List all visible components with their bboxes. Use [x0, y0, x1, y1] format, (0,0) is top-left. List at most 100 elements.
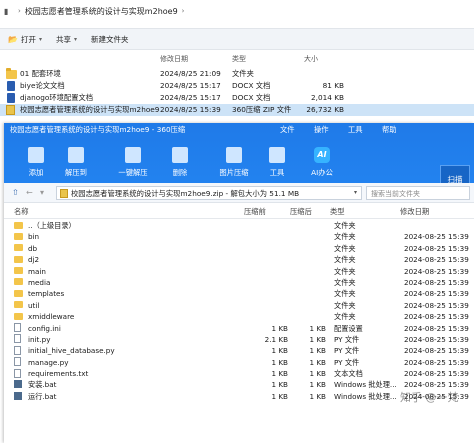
file-size: 81 KB — [322, 81, 344, 90]
row-name: initial_hive_database.py — [28, 346, 115, 356]
row-type: PY 文件 — [334, 346, 360, 356]
folder-icon — [14, 289, 23, 297]
share-button[interactable]: 共享 ▾ — [56, 34, 77, 45]
folder-icon — [14, 244, 23, 252]
table-row[interactable]: templates 文件夹 2024-08-25 15:39 — [4, 288, 474, 299]
column-name[interactable]: 名称 — [14, 207, 29, 217]
ai-office-button[interactable]: AI AI办公 — [302, 143, 342, 178]
chevron-right-icon: › — [181, 7, 185, 15]
add-button[interactable]: 添加 — [16, 143, 56, 178]
table-row[interactable]: initial_hive_database.py 1 KB 1 KB PY 文件 202… — [4, 345, 474, 356]
file-date: 2024/8/25 15:39 — [160, 105, 221, 114]
one-click-extract-button[interactable]: 一键解压 — [113, 143, 153, 178]
delete-button[interactable]: 删除 — [160, 143, 200, 178]
watermark: 知乎 @一梵 — [400, 391, 459, 404]
table-row[interactable]: media 文件夹 2024-08-25 15:39 — [4, 277, 474, 288]
menu-operate[interactable]: 操作 — [314, 125, 329, 135]
zip-file-list: ..（上级目录） 文件夹 bin 文件夹 2024-08-25 15:39 db 文件夹 20… — [4, 220, 474, 402]
row-after: 1 KB — [309, 380, 326, 390]
tools-label: 工具 — [269, 168, 285, 177]
list-item[interactable]: 01 配套环境 2024/8/25 21:09 文件夹 — [0, 67, 474, 80]
row-type: 配置设置 — [334, 323, 363, 333]
delete-icon — [172, 147, 188, 163]
column-compressed[interactable]: 压缩前 — [244, 207, 266, 217]
folder-icon — [14, 232, 23, 240]
column-type[interactable]: 类型 — [330, 207, 345, 217]
up-arrow-icon[interactable]: ⇧ — [12, 188, 19, 197]
file-date: 2024/8/25 21:09 — [160, 69, 221, 78]
zip-icon — [60, 189, 68, 198]
table-row[interactable]: init.py 2.1 KB 1 KB PY 文件 2024-08-25 15:39 — [4, 334, 474, 345]
add-label: 添加 — [28, 168, 44, 177]
list-item[interactable]: djanogo环境配置文档 2024/8/25 15:17 DOCX 文档 2,… — [0, 92, 474, 104]
chevron-down-icon[interactable]: ▾ — [354, 189, 357, 196]
bat-icon — [14, 391, 22, 400]
row-type: 文件夹 — [334, 277, 356, 287]
table-row[interactable]: ..（上级目录） 文件夹 — [4, 220, 474, 231]
column-after[interactable]: 压缩后 — [290, 207, 312, 217]
row-name: main — [28, 266, 46, 276]
row-after: 1 KB — [309, 357, 326, 367]
folder-icon — [14, 255, 23, 263]
file-name: djanogo环境配置文档 — [20, 93, 94, 102]
row-name: 安装.bat — [28, 380, 57, 390]
row-date: 2024-08-25 15:39 — [404, 346, 469, 356]
row-date: 2024-08-25 15:39 — [404, 369, 469, 379]
breadcrumb[interactable]: 校园志愿者管理系统的设计与实现m2hoe9 — [25, 6, 178, 17]
table-row[interactable]: bin 文件夹 2024-08-25 15:39 — [4, 231, 474, 242]
row-date: 2024-08-25 15:39 — [404, 277, 469, 287]
column-modified[interactable]: 修改日期 — [160, 54, 188, 64]
back-icon[interactable]: ← — [26, 188, 33, 197]
search-input[interactable]: 搜索当前文件夹 — [366, 186, 470, 200]
table-row[interactable]: xmiddleware 文件夹 2024-08-25 15:39 — [4, 311, 474, 322]
dropdown-icon[interactable]: ▾ — [40, 188, 44, 197]
column-size[interactable]: 大小 — [304, 54, 318, 64]
row-type: PY 文件 — [334, 334, 360, 344]
tools-button[interactable]: 工具 — [257, 143, 297, 178]
menu-tools[interactable]: 工具 — [348, 125, 363, 135]
table-row[interactable]: main 文件夹 2024-08-25 15:39 — [4, 266, 474, 277]
column-type[interactable]: 类型 — [232, 54, 246, 64]
new-folder-button[interactable]: 新建文件夹 — [91, 34, 129, 45]
table-row[interactable]: config.ini 1 KB 1 KB 配置设置 2024-08-25 15:39 — [4, 323, 474, 334]
list-item[interactable]: biye论文文档 2024/8/25 15:17 DOCX 文档 81 KB — [0, 80, 474, 92]
back-arrow-icon[interactable]: ▮ — [4, 7, 14, 16]
row-date: 2024-08-25 15:39 — [404, 255, 469, 265]
tools-icon — [269, 147, 285, 163]
extract-to-button[interactable]: 解压到 — [56, 143, 96, 178]
py-icon — [14, 345, 21, 355]
one-click-extract-label: 一键解压 — [118, 168, 148, 177]
open-icon: 📂 — [8, 34, 18, 44]
menu-file[interactable]: 文件 — [280, 125, 295, 135]
path-field[interactable]: 校园志愿者管理系统的设计与实现m2hoe9.zip - 解包大小为 51.1 M… — [56, 186, 362, 200]
row-after: 1 KB — [309, 391, 326, 401]
file-type: 360压缩 ZIP 文件 — [232, 105, 292, 114]
table-row[interactable]: requirements.txt 1 KB 1 KB 文本文档 2024-08-25 1… — [4, 368, 474, 379]
list-item-selected[interactable]: 校园志愿者管理系统的设计与实现m2hoe9 2024/8/25 15:39 36… — [0, 104, 474, 116]
row-type: 文件夹 — [334, 300, 356, 310]
explorer-column-header: 修改日期 类型 大小 — [0, 52, 474, 66]
table-row[interactable]: db 文件夹 2024-08-25 15:39 — [4, 243, 474, 254]
ai-office-icon: AI — [314, 147, 330, 163]
zip-window: 校园志愿者管理系统的设计与实现m2hoe9 - 360压缩 文件 操作 工具 帮… — [4, 123, 474, 443]
row-date: 2024-08-25 15:39 — [404, 357, 469, 367]
column-modified[interactable]: 修改日期 — [400, 207, 429, 217]
zip-column-header: 名称 压缩前 压缩后 类型 修改日期 — [4, 205, 474, 219]
file-name: 01 配套环境 — [20, 69, 61, 78]
delete-label: 删除 — [172, 168, 188, 177]
file-type: DOCX 文档 — [232, 81, 271, 90]
zip-icon — [6, 105, 15, 115]
explorer-file-list: 01 配套环境 2024/8/25 21:09 文件夹 biye论文文档 202… — [0, 67, 474, 116]
row-type: 文件夹 — [334, 266, 356, 276]
menu-help[interactable]: 帮助 — [382, 125, 397, 135]
table-row[interactable]: manage.py 1 KB 1 KB PY 文件 2024-08-25 15:39 — [4, 357, 474, 368]
row-after: 1 KB — [309, 334, 326, 344]
row-date: 2024-08-25 15:39 — [404, 243, 469, 253]
image-compress-button[interactable]: 图片压缩 — [214, 143, 254, 178]
open-button[interactable]: 📂 打开 ▾ — [8, 34, 42, 45]
row-name: manage.py — [28, 357, 69, 367]
table-row[interactable]: dj2 文件夹 2024-08-25 15:39 — [4, 254, 474, 265]
row-after: 1 KB — [309, 323, 326, 333]
docx-icon — [7, 81, 15, 91]
table-row[interactable]: util 文件夹 2024-08-25 15:39 — [4, 300, 474, 311]
